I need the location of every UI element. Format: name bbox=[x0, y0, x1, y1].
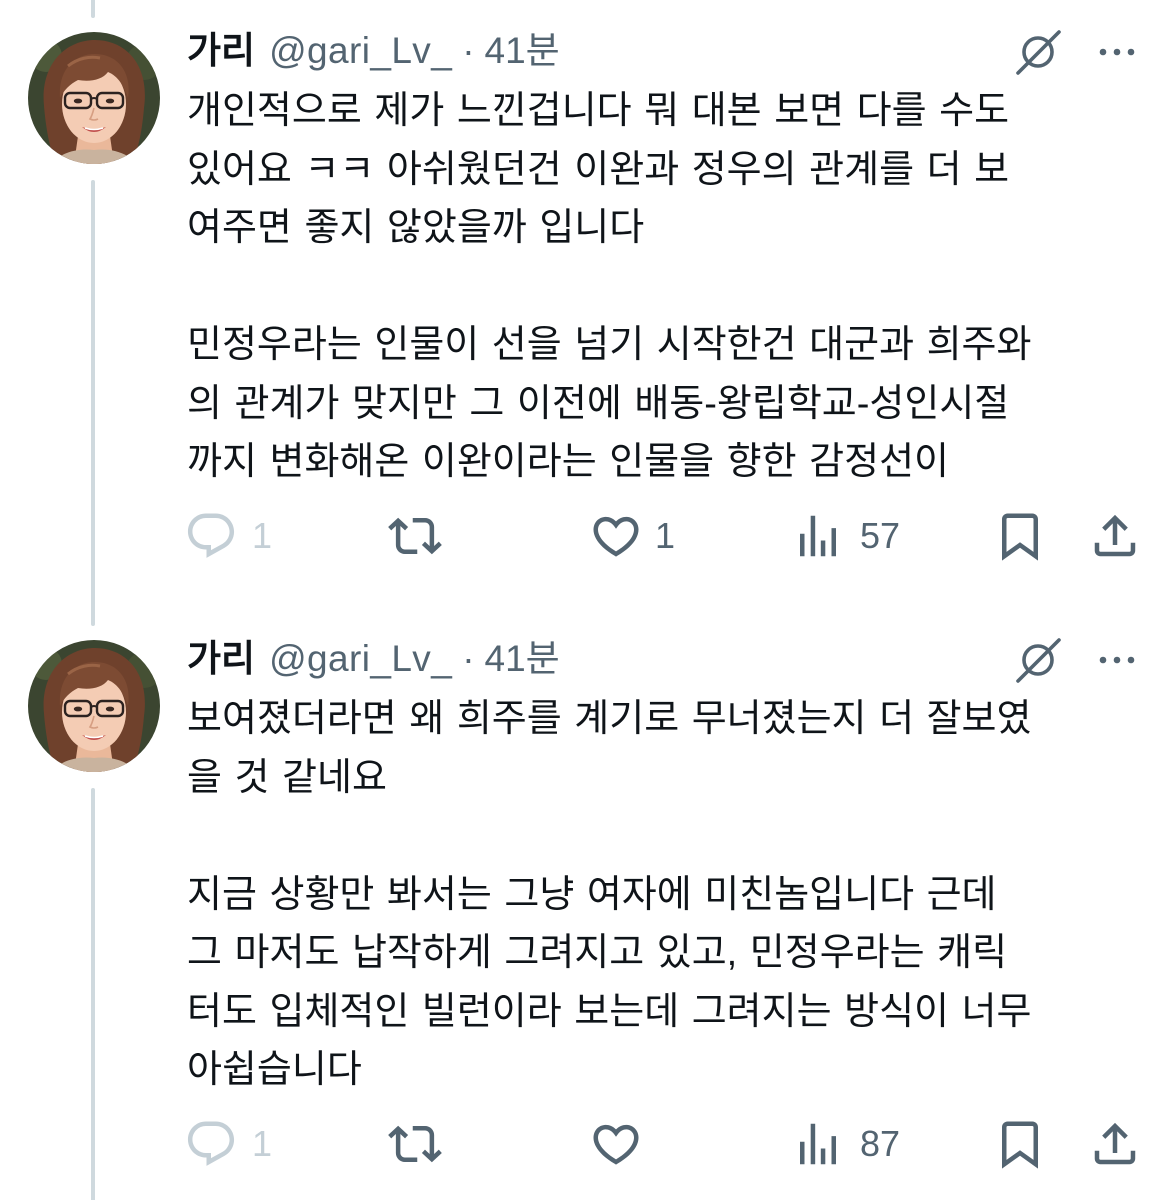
tweet-paragraph: 개인적으로 제가 느낀겁니다 뭐 대본 보면 다를 수도 있어요 ㅋㅋ 아쉬웠던… bbox=[187, 82, 1031, 258]
more-icon bbox=[1099, 48, 1135, 56]
user-handle[interactable]: @gari_Lv_ bbox=[269, 30, 452, 71]
tweet-text-line: 아쉽습니다 bbox=[187, 1049, 362, 1091]
views-count: 57 bbox=[860, 515, 901, 556]
grok-icon bbox=[1016, 638, 1061, 683]
timestamp[interactable]: 41분 bbox=[485, 30, 560, 71]
reply-count: 1 bbox=[252, 1123, 273, 1164]
tweet-text-line: 있어요 ㅋㅋ 아쉬웠던건 이완과 정우의 관계를 더 보 bbox=[187, 148, 1010, 191]
like-icon bbox=[593, 516, 639, 557]
repost-button[interactable] bbox=[388, 1116, 442, 1172]
repost-icon bbox=[388, 517, 442, 555]
thread-line bbox=[91, 0, 95, 18]
thread-line bbox=[91, 788, 95, 1200]
reply-button[interactable]: 1 bbox=[184, 1116, 272, 1172]
reply-icon bbox=[187, 513, 235, 558]
tweet-paragraph: 민정우라는 인물이 선을 넘기 시작한건 대군과 희주와 의 관계가 맞지만 그… bbox=[187, 316, 1031, 492]
tweet[interactable]: 가리 @gari_Lv_ · 41분 보여졌더라면 왜 희주를 계기로 무너졌는지 더… bbox=[0, 608, 1170, 1200]
grok-icon bbox=[1016, 30, 1061, 75]
tweet-text-line: 개인적으로 제가 느낀겁니다 뭐 대본 보면 다를 수도 bbox=[187, 90, 1010, 132]
share-button[interactable] bbox=[1088, 1116, 1142, 1172]
reply-icon bbox=[187, 1121, 235, 1166]
bookmark-button[interactable] bbox=[993, 508, 1047, 564]
views-count: 87 bbox=[860, 1123, 901, 1164]
thread-line bbox=[91, 180, 95, 608]
tweet-text-line: 까지 변화해온 이완이라는 인물을 향한 감정선이 bbox=[187, 441, 949, 483]
separator-dot: · bbox=[462, 30, 475, 71]
share-icon bbox=[1094, 1122, 1136, 1165]
display-name[interactable]: 가리 bbox=[187, 638, 255, 679]
share-button[interactable] bbox=[1088, 508, 1142, 564]
repost-icon bbox=[388, 1125, 442, 1163]
repost-button[interactable] bbox=[388, 508, 442, 564]
like-count: 1 bbox=[655, 515, 676, 556]
tweet-text-line: 지금 상황만 봐서는 그냥 여자에 미친놈입니다 근데 bbox=[187, 873, 997, 916]
avatar-image bbox=[28, 640, 160, 772]
reply-button[interactable]: 1 bbox=[184, 508, 272, 564]
tweet-paragraph: 보여졌더라면 왜 희주를 계기로 무너졌는지 더 잘보였 을 것 같네요 bbox=[187, 690, 1031, 807]
more-icon bbox=[1099, 656, 1135, 664]
reply-count: 1 bbox=[252, 515, 273, 556]
more-button[interactable] bbox=[1093, 636, 1141, 684]
display-name[interactable]: 가리 bbox=[187, 30, 255, 71]
bookmark-button[interactable] bbox=[993, 1116, 1047, 1172]
bookmark-icon bbox=[1002, 513, 1038, 561]
tweet[interactable]: 가리 @gari_Lv_ · 41분 개인적으로 제가 느낀겁니다 뭐 대본 보면 다… bbox=[0, 0, 1170, 608]
like-icon bbox=[593, 1124, 639, 1165]
timestamp[interactable]: 41분 bbox=[485, 638, 560, 679]
tweet-text-line: 을 것 같네요 bbox=[187, 756, 387, 799]
more-button[interactable] bbox=[1093, 28, 1141, 76]
bookmark-icon bbox=[1002, 1121, 1038, 1169]
views-icon bbox=[800, 1123, 836, 1165]
views-button[interactable]: 57 bbox=[791, 508, 900, 564]
views-button[interactable]: 87 bbox=[791, 1116, 900, 1172]
views-icon bbox=[800, 515, 836, 557]
tweet-text-line: 여주면 좋지 않았을까 입니다 bbox=[187, 207, 645, 249]
tweet-text-line: 의 관계가 맞지만 그 이전에 배동-왕립학교-성인시절 bbox=[187, 382, 1010, 425]
tweet-paragraph: 지금 상황만 봐서는 그냥 여자에 미친놈입니다 근데 그 마저도 납작하게 그… bbox=[187, 866, 1031, 1100]
like-button[interactable]: 1 bbox=[589, 508, 675, 564]
grok-button[interactable] bbox=[1014, 636, 1062, 684]
share-icon bbox=[1094, 514, 1136, 557]
tweet-text-line: 터도 입체적인 빌런이라 보는데 그려지는 방식이 너무 bbox=[187, 990, 1032, 1033]
like-button[interactable] bbox=[589, 1116, 643, 1172]
separator-dot: · bbox=[462, 638, 475, 679]
avatar-image bbox=[28, 32, 160, 164]
tweet-header: 가리 @gari_Lv_ · 41분 bbox=[187, 26, 560, 76]
grok-button[interactable] bbox=[1014, 28, 1062, 76]
tweet-text: 개인적으로 제가 느낀겁니다 뭐 대본 보면 다를 수도 있어요 ㅋㅋ 아쉬웠던… bbox=[187, 82, 1031, 492]
tweet-text-line: 민정우라는 인물이 선을 넘기 시작한건 대군과 희주와 bbox=[187, 324, 1032, 366]
avatar[interactable] bbox=[28, 32, 160, 164]
tweet-text-line: 보여졌더라면 왜 희주를 계기로 무너졌는지 더 잘보였 bbox=[187, 698, 1032, 740]
tweet-text: 보여졌더라면 왜 희주를 계기로 무너졌는지 더 잘보였 을 것 같네요 지금 … bbox=[187, 690, 1031, 1100]
user-handle[interactable]: @gari_Lv_ bbox=[269, 638, 452, 679]
avatar[interactable] bbox=[28, 640, 160, 772]
tweet-header: 가리 @gari_Lv_ · 41분 bbox=[187, 634, 560, 684]
tweet-text-line: 그 마저도 납작하게 그려지고 있고, 민정우라는 캐릭 bbox=[187, 932, 1008, 974]
thread-line bbox=[91, 608, 95, 626]
